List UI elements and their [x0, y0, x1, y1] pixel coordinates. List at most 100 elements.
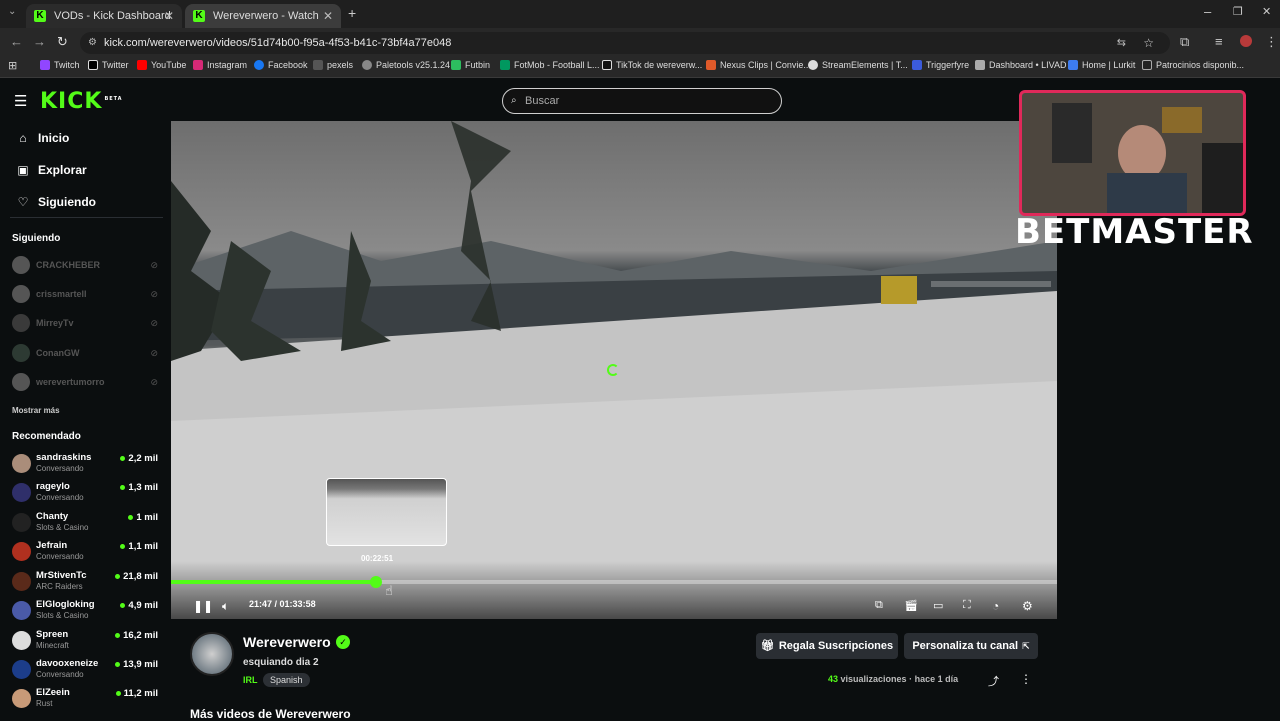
bookmark-tiktok[interactable]: TikTok de wereverw... [602, 60, 702, 70]
streamelements-icon [808, 60, 818, 70]
search-input[interactable]: ⌕ Buscar [502, 88, 782, 114]
recommended-item[interactable]: MrStivenTc ARC Raiders 21,8 mil [12, 568, 162, 594]
nav-inicio[interactable]: ⌂ Inicio [16, 131, 69, 145]
avatar [12, 660, 31, 679]
channel-avatar[interactable] [190, 632, 234, 676]
pause-icon[interactable]: ❚❚ [193, 599, 213, 613]
gift-icon: 🎁︎ [760, 640, 775, 652]
bookmark-twitter[interactable]: Twitter [88, 60, 129, 70]
bookmark-fotmob[interactable]: FotMob - Football L... [500, 60, 600, 70]
sponsor-brand-text: BETMASTER [1015, 212, 1254, 252]
following-item[interactable]: werevertumorro ⊘ [12, 371, 162, 393]
recommended-item[interactable]: sandraskins Conversando 2,2 mil [12, 450, 162, 476]
bookmark-youtube[interactable]: YouTube [137, 60, 186, 70]
minimize-icon[interactable]: – [1204, 4, 1211, 19]
recommended-item[interactable]: ElGlogloking Slots & Casino 4,9 mil [12, 597, 162, 623]
avatar [12, 483, 31, 502]
pexels-icon [313, 60, 323, 70]
verified-badge-icon: ✓ [336, 635, 350, 649]
bookmark-triggerfyre[interactable]: Triggerfyre [912, 60, 969, 70]
live-dot-icon [128, 514, 134, 520]
language-tag[interactable]: Spanish [263, 673, 310, 687]
recommended-item[interactable]: davooxeneize Conversando 13,9 mil [12, 656, 162, 682]
tab-close-icon[interactable]: ✕ [323, 9, 333, 23]
lurkit-icon [1068, 60, 1078, 70]
avatar [12, 572, 31, 591]
following-item[interactable]: CRACKHEBER ⊘ [12, 254, 162, 276]
translate-icon[interactable]: ⇆ [1117, 32, 1126, 54]
recommended-item[interactable]: rageylo Conversando 1,3 mil [12, 479, 162, 505]
bookmark-futbin[interactable]: Futbin [451, 60, 490, 70]
x-icon [88, 60, 98, 70]
more-options-icon[interactable]: ⋮ [1020, 672, 1032, 686]
bookmark-instagram[interactable]: Instagram [193, 60, 247, 70]
following-heading: Siguiendo [12, 233, 61, 244]
bookmark-streamelements[interactable]: StreamElements | T... [808, 60, 908, 70]
browser-tab-bar: ⌄ K VODs - Kick Dashboard ✕ K Wereverwer… [0, 0, 1280, 28]
browser-menu-icon[interactable]: ⋮ [1265, 34, 1278, 50]
recommended-item[interactable]: Spreen Minecraft 16,2 mil [12, 627, 162, 653]
avatar [12, 513, 31, 532]
instagram-icon [193, 60, 203, 70]
progress-fill [171, 580, 377, 584]
bookmark-star-icon[interactable]: ☆ [1143, 32, 1154, 54]
clip-icon[interactable]: 🎬︎ [904, 599, 918, 612]
bookmark-nexus-clips[interactable]: Nexus Clips | Convie... [706, 60, 811, 70]
progress-bar[interactable] [171, 576, 1057, 588]
show-more-link[interactable]: Mostrar más [12, 406, 60, 415]
video-player[interactable]: 00:22:51 ❚❚ 🔈︎ 21:47 / 01:33:58 ⧉ 🎬︎ ▭ ⛶… [171, 121, 1057, 619]
share-icon[interactable]: ⤴ [988, 673, 999, 689]
miniplayer-icon[interactable]: ⧉ [875, 599, 883, 612]
tab-wereverwero[interactable]: K Wereverwero - Watch the V ✕ [185, 4, 341, 28]
reload-icon[interactable]: ↻ [57, 34, 68, 50]
extensions-icon[interactable]: ⧉ [1180, 34, 1189, 50]
bookmark-facebook[interactable]: Facebook [254, 60, 308, 70]
futbin-icon [451, 60, 461, 70]
twitch-icon [40, 60, 50, 70]
kick-logo[interactable]: KICK BETA [40, 89, 123, 114]
following-item[interactable]: MirreyTv ⊘ [12, 312, 162, 334]
bookmark-livad[interactable]: Dashboard • LIVAD [975, 60, 1067, 70]
gift-subscriptions-button[interactable]: 🎁︎ Regala Suscripciones [756, 633, 898, 659]
media-control-icon[interactable]: ≡ [1215, 34, 1223, 49]
recommended-item[interactable]: ElZeein Rust 11,2 mil [12, 685, 162, 711]
theater-mode-icon[interactable]: ▭ [933, 599, 943, 612]
category-link[interactable]: IRL [243, 675, 258, 685]
tab-vods-dashboard[interactable]: K VODs - Kick Dashboard ✕ [26, 4, 182, 28]
menu-hamburger-icon[interactable]: ☰ [14, 92, 27, 110]
profile-avatar[interactable] [1240, 35, 1252, 47]
url-field[interactable]: ⚙ kick.com/wereverwero/videos/51d74b00-f… [80, 32, 1170, 54]
recommended-item[interactable]: Jefrain Conversando 1,1 mil [12, 538, 162, 564]
avatar [12, 256, 30, 274]
playback-speed-icon[interactable]: ◔ [992, 599, 999, 613]
recommended-item[interactable]: Chanty Slots & Casino 1 mil [12, 509, 162, 535]
settings-gear-icon[interactable]: ⚙ [1022, 599, 1033, 613]
video-stats: 43 visualizaciones · hace 1 día [828, 674, 959, 684]
volume-icon[interactable]: 🔈︎ [222, 599, 229, 614]
bookmark-twitch[interactable]: Twitch [40, 60, 80, 70]
bookmark-pexels[interactable]: pexels [313, 60, 353, 70]
nav-explorar[interactable]: ▣ Explorar [16, 163, 86, 177]
bookmark-lurkit[interactable]: Home | Lurkit [1068, 60, 1135, 70]
bookmark-patrocinios[interactable]: Patrocinios disponib... [1142, 60, 1244, 70]
following-item[interactable]: ConanGW ⊘ [12, 342, 162, 364]
new-tab-icon[interactable]: + [348, 5, 356, 21]
maximize-icon[interactable]: ❐ [1233, 5, 1243, 18]
avatar [12, 631, 31, 650]
customize-channel-button[interactable]: Personaliza tu canal ⇱ [904, 633, 1038, 659]
more-videos-heading: Más videos de Wereverwero [190, 707, 351, 721]
channel-name[interactable]: Wereverwero [243, 634, 331, 650]
tab-list-icon[interactable]: ⌄ [8, 6, 16, 17]
bookmark-paletools[interactable]: Paletools v25.1.24 [362, 60, 450, 70]
window-close-icon[interactable]: ✕ [1262, 5, 1271, 18]
following-item[interactable]: crissmartell ⊘ [12, 283, 162, 305]
tab-close-icon[interactable]: ✕ [164, 9, 174, 23]
site-info-icon[interactable]: ⚙ [88, 32, 97, 54]
nav-siguiendo[interactable]: ♡ Siguiendo [16, 195, 96, 209]
apps-grid-icon[interactable]: ⊞ [8, 59, 17, 72]
fotmob-icon [500, 60, 510, 70]
live-dot-icon [115, 573, 121, 579]
forward-icon[interactable]: → [33, 34, 46, 49]
fullscreen-icon[interactable]: ⛶ [963, 599, 971, 612]
back-icon[interactable]: ← [10, 34, 23, 49]
